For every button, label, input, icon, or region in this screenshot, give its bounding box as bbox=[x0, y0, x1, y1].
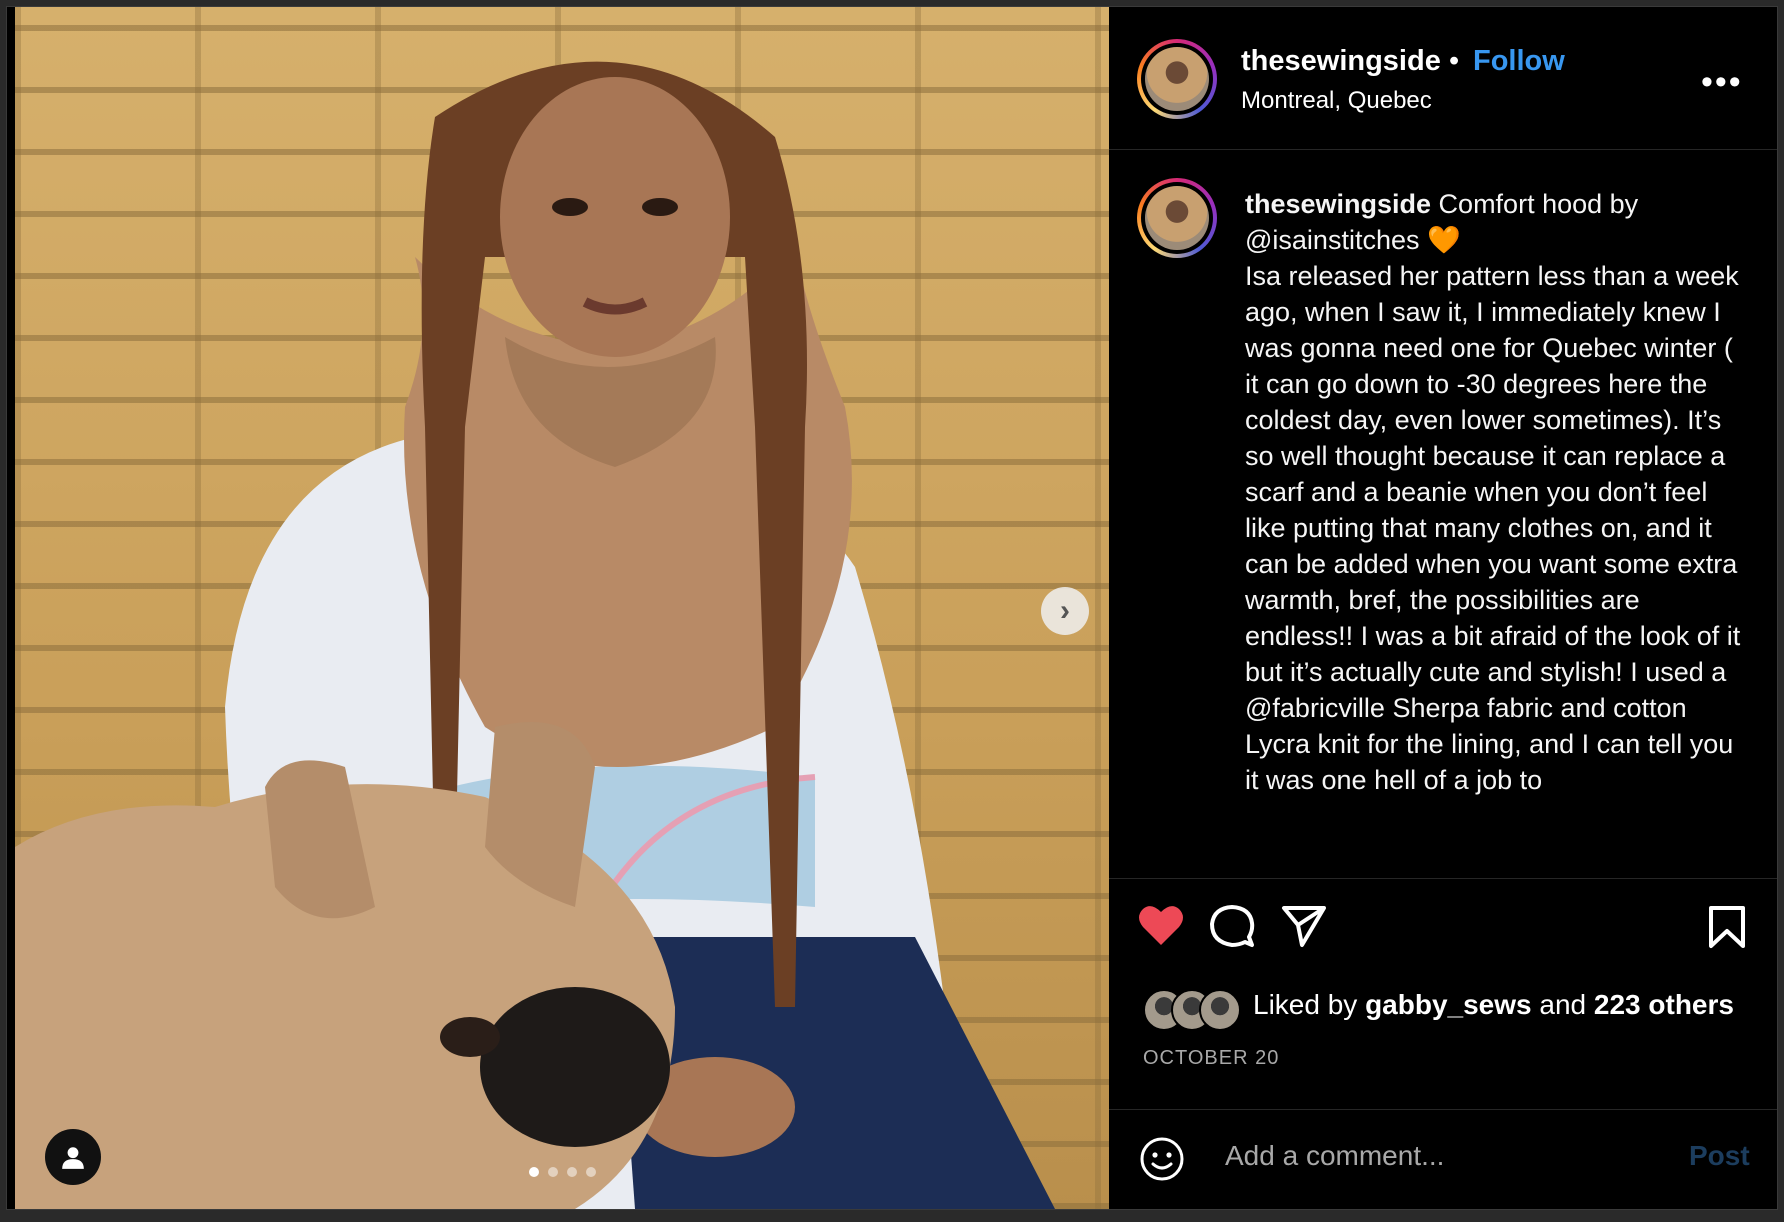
caption-text: thesewingside Comfort hood by @isainstit… bbox=[1245, 186, 1745, 798]
liker-username-link[interactable]: gabby_sews bbox=[1365, 989, 1532, 1020]
caption-intro: Comfort hood by bbox=[1431, 189, 1639, 219]
comment-input[interactable]: Add a comment... bbox=[1225, 1140, 1645, 1172]
carousel-dot bbox=[586, 1167, 596, 1177]
likes-and: and bbox=[1531, 989, 1594, 1020]
photo-scene bbox=[15, 61, 1055, 1209]
post-photo[interactable]: › bbox=[15, 7, 1109, 1209]
carousel-indicator bbox=[529, 1167, 596, 1177]
caption-username[interactable]: thesewingside bbox=[1245, 189, 1431, 219]
carousel-dot bbox=[567, 1167, 577, 1177]
post-comment-button[interactable]: Post bbox=[1689, 1140, 1750, 1172]
caption-area[interactable]: thesewingside Comfort hood by @isainstit… bbox=[1109, 150, 1777, 879]
avatar[interactable] bbox=[1137, 39, 1217, 119]
share-icon[interactable] bbox=[1281, 903, 1327, 954]
mention-link[interactable]: @fabricville bbox=[1245, 693, 1385, 723]
separator-dot: • bbox=[1449, 45, 1460, 77]
likes-count-link[interactable]: 223 others bbox=[1594, 989, 1734, 1020]
carousel-dot bbox=[548, 1167, 558, 1177]
post-modal: › thesewingside • Follow Montreal, Quebe… bbox=[6, 6, 1778, 1210]
comment-bar: Add a comment... Post bbox=[1109, 1110, 1777, 1209]
likes-prefix: Liked by bbox=[1253, 989, 1366, 1020]
user-icon bbox=[62, 1147, 84, 1169]
post-date[interactable]: OCTOBER 20 bbox=[1143, 1047, 1279, 1070]
post-header: thesewingside • Follow Montreal, Quebec … bbox=[1109, 7, 1777, 150]
tagged-users-button[interactable] bbox=[45, 1129, 101, 1185]
comment-icon[interactable] bbox=[1209, 903, 1255, 954]
emoji-icon[interactable] bbox=[1139, 1136, 1185, 1187]
caption-body: Isa released her pattern less than a wee… bbox=[1245, 261, 1741, 687]
orange-heart-emoji: 🧡 bbox=[1427, 225, 1461, 255]
carousel-dot bbox=[529, 1167, 539, 1177]
mention-link[interactable]: @isainstitches bbox=[1245, 225, 1419, 255]
next-slide-button[interactable]: › bbox=[1041, 587, 1089, 635]
more-horizontal-icon[interactable]: ••• bbox=[1701, 63, 1743, 102]
username-link[interactable]: thesewingside bbox=[1241, 45, 1441, 78]
action-bar: Liked by gabby_sews and 223 others OCTOB… bbox=[1109, 879, 1777, 1110]
bookmark-icon[interactable] bbox=[1707, 905, 1747, 954]
caption-avatar[interactable] bbox=[1137, 178, 1217, 258]
post-sidebar: thesewingside • Follow Montreal, Quebec … bbox=[1109, 7, 1777, 1209]
liker-avatars[interactable] bbox=[1143, 989, 1241, 1031]
liker-avatar bbox=[1199, 989, 1241, 1031]
like-heart-icon[interactable] bbox=[1137, 903, 1185, 952]
follow-button[interactable]: Follow bbox=[1473, 45, 1565, 78]
location-link[interactable]: Montreal, Quebec bbox=[1241, 87, 1432, 115]
likes-summary: Liked by gabby_sews and 223 others bbox=[1253, 989, 1734, 1021]
